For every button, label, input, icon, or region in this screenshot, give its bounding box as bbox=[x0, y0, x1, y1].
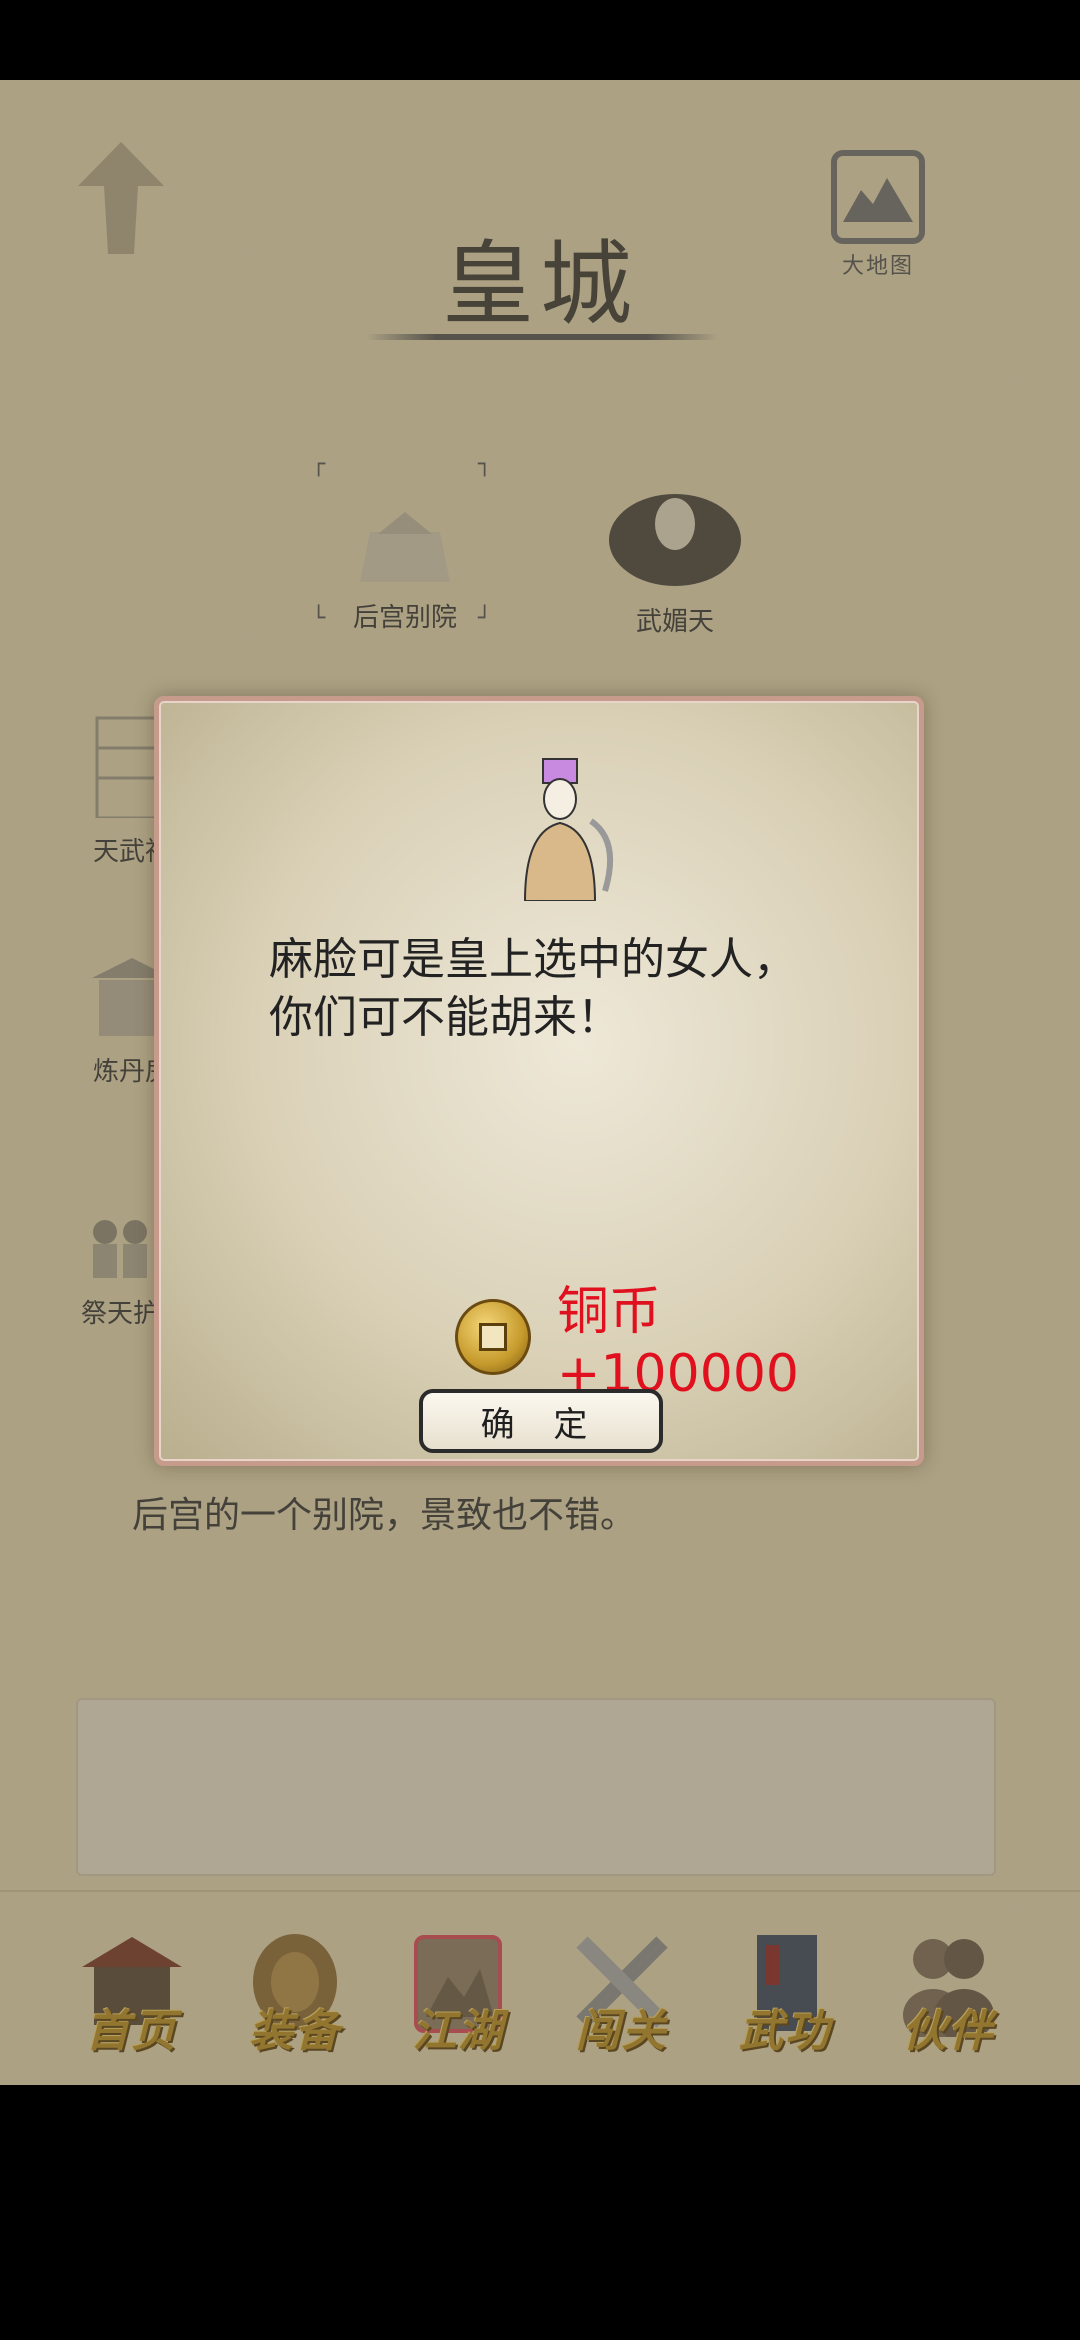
app-screen: 皇城 大地图 ┌ ┐ └ ┘ 后宫别院 武媚天 天武神 炼丹房 祭天护 后宫的一… bbox=[0, 80, 1080, 2085]
reward-dialog: 麻脸可是皇上选中的女人， 你们可不能胡来！ 铜币 +100000 确 定 bbox=[154, 696, 924, 1466]
copper-coin-icon bbox=[455, 1298, 531, 1375]
dialog-message: 麻脸可是皇上选中的女人， 你们可不能胡来！ bbox=[269, 931, 849, 1047]
dialog-message-line: 你们可不能胡来！ bbox=[269, 992, 621, 1043]
dialog-message-line: 麻脸可是皇上选中的女人， bbox=[269, 934, 797, 985]
reward-row: 铜币 +100000 bbox=[455, 1269, 919, 1404]
reward-text: 铜币 +100000 bbox=[556, 1282, 799, 1404]
confirm-button[interactable]: 确 定 bbox=[419, 1389, 663, 1453]
eunuch-portrait-icon bbox=[523, 758, 614, 901]
